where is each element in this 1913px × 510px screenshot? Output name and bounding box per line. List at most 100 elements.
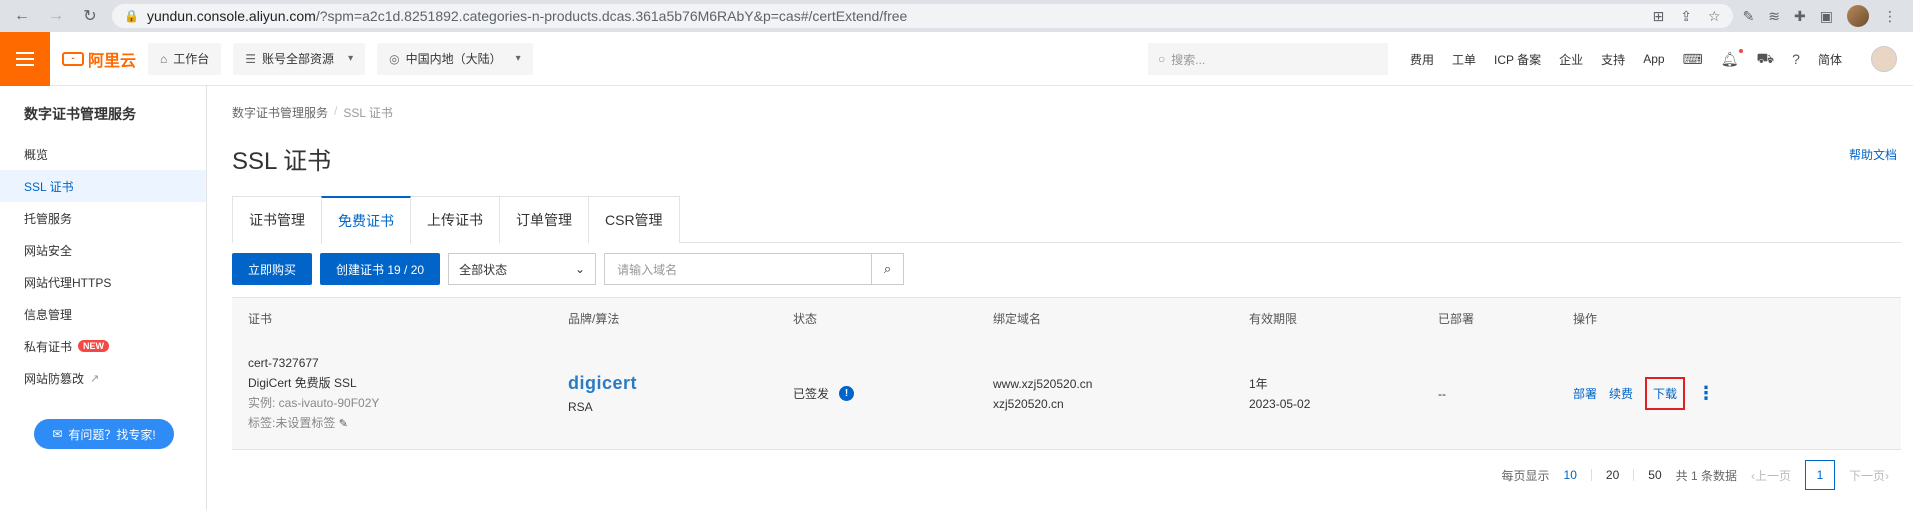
info-icon[interactable]: ! xyxy=(839,386,855,401)
notification-bell-icon[interactable]: 🔔︎ xyxy=(1721,48,1743,68)
pen-extension-icon[interactable]: ✎ xyxy=(1743,8,1755,25)
sidebar-item-label: 私有证书 xyxy=(24,339,73,354)
sidebar-item-label: 信息管理 xyxy=(24,307,73,322)
language-switch[interactable]: 简体 xyxy=(1818,51,1842,68)
total-count: 共 1 条数据 xyxy=(1675,468,1737,483)
logo-text: 阿里云 xyxy=(88,52,137,70)
browser-profile-avatar[interactable] xyxy=(1847,5,1869,27)
prev-page-button[interactable]: ‹上一页 xyxy=(1751,467,1791,484)
account-resources-dropdown[interactable]: ☰ 账号全部资源 ▾ xyxy=(233,42,366,75)
menu-icon[interactable] xyxy=(0,31,50,86)
bookmark-star-icon[interactable]: ☆ xyxy=(1708,8,1721,25)
search-button[interactable]: ⌕ xyxy=(872,253,905,285)
status-filter-select[interactable]: 全部状态 ⌄ xyxy=(448,253,597,285)
sidebar-item-proxy-https[interactable]: 网站代理HTTPS xyxy=(0,266,206,298)
tab-csr-management[interactable]: CSR管理 xyxy=(588,196,680,243)
aliyun-logo[interactable]: - 阿里云 xyxy=(62,47,136,71)
deployed-cell: -- xyxy=(1438,386,1446,401)
tab-upload-cert[interactable]: 上传证书 xyxy=(410,196,500,243)
more-actions-icon[interactable]: ⋮ xyxy=(1697,383,1715,404)
cart-icon[interactable]: ⛟ xyxy=(1757,50,1775,69)
tab-cert-management[interactable]: 证书管理 xyxy=(232,196,322,243)
domain-primary: www.xzj520520.cn xyxy=(993,376,1093,391)
help-doc-link[interactable]: 帮助文档 xyxy=(1849,146,1897,163)
cert-tags-label: 标签:未设置标签 xyxy=(248,416,336,430)
buy-now-button[interactable]: 立即购买 xyxy=(232,253,313,285)
page-size-50[interactable]: 50 xyxy=(1648,468,1661,482)
sidebar-item-private-cert[interactable]: 私有证书 NEW xyxy=(0,330,206,362)
prev-page-label: 上一页 xyxy=(1754,468,1791,483)
url-path: /?spm=a2c1d.8251892.categories-n-product… xyxy=(315,8,908,24)
topnav-links: 费用 工单 ICP 备案 企业 支持 App ⌨ 🔔︎ ⛟ ? 简体 xyxy=(1410,32,1842,86)
chevron-down-icon: ▾ xyxy=(515,53,521,64)
sidebar-title: 数字证书管理服务 xyxy=(24,106,136,122)
translate-icon[interactable]: ⊞ xyxy=(1653,8,1665,25)
edit-icon[interactable]: ✎ xyxy=(339,418,348,430)
page-size-10[interactable]: 10 xyxy=(1564,468,1577,482)
renew-link[interactable]: 续费 xyxy=(1609,385,1633,402)
link-icp[interactable]: ICP 备案 xyxy=(1494,51,1541,68)
col-header-status: 状态 xyxy=(793,311,818,326)
cert-id: cert-7327677 xyxy=(248,356,319,370)
cert-cell: cert-7327677 DigiCert 免费版 SSL 实例: cas-iv… xyxy=(232,353,552,434)
browser-menu-icon[interactable]: ⋮ xyxy=(1883,8,1897,25)
workbench-button[interactable]: ⌂ 工作台 xyxy=(148,42,222,75)
algorithm: RSA xyxy=(568,400,593,414)
lock-icon: 🔒 xyxy=(124,9,139,23)
status-cell: 已签发 ! xyxy=(777,385,977,402)
global-search-input[interactable]: ○ 搜索... xyxy=(1148,43,1388,75)
cert-instance: 实例: cas-ivauto-90F02Y xyxy=(248,396,380,410)
console-topnav: - 阿里云 ⌂ 工作台 ☰ 账号全部资源 ▾ ◎ 中国内地（大陆） ▾ ○ 搜索… xyxy=(0,31,1913,86)
terminal-icon[interactable]: ⌨ xyxy=(1683,51,1703,68)
workbench-label: 工作台 xyxy=(173,52,210,66)
share-icon[interactable]: ⇪ xyxy=(1680,8,1692,25)
user-avatar[interactable] xyxy=(1871,46,1897,72)
download-link[interactable]: 下载 xyxy=(1645,377,1686,410)
deploy-link[interactable]: 部署 xyxy=(1573,385,1597,402)
link-tickets[interactable]: 工单 xyxy=(1452,51,1476,68)
current-page[interactable]: 1 xyxy=(1804,460,1835,490)
page-size-20[interactable]: 20 xyxy=(1606,468,1619,482)
col-header-domain: 绑定域名 xyxy=(993,311,1042,326)
tab-order-management[interactable]: 订单管理 xyxy=(499,196,589,243)
domain-secondary: xzj520520.cn xyxy=(993,396,1064,411)
sidebar-item-anti-tamper[interactable]: 网站防篡改 ↗ xyxy=(0,362,206,394)
chart-extension-icon[interactable]: ≋ xyxy=(1768,8,1780,25)
create-cert-button[interactable]: 创建证书 19 / 20 xyxy=(320,253,441,285)
link-app[interactable]: App xyxy=(1643,52,1664,66)
sidebar-toggle-icon[interactable]: ▣ xyxy=(1820,8,1833,25)
col-header-cert: 证书 xyxy=(248,311,273,326)
back-icon[interactable]: ← xyxy=(10,4,34,28)
sidebar-item-website-security[interactable]: 网站安全 xyxy=(0,234,206,266)
address-bar[interactable]: 🔒 yundun.console.aliyun.com/?spm=a2c1d.8… xyxy=(112,4,1733,28)
next-page-button[interactable]: 下一页› xyxy=(1849,467,1889,484)
link-fees[interactable]: 费用 xyxy=(1410,51,1434,68)
expiry-date: 2023-05-02 xyxy=(1249,396,1311,411)
col-header-actions: 操作 xyxy=(1573,311,1598,326)
next-page-label: 下一页 xyxy=(1848,468,1885,483)
divider xyxy=(1633,469,1635,481)
toolbar: 立即购买 创建证书 19 / 20 全部状态 ⌄ 请输入域名 ⌕ xyxy=(232,253,1901,285)
link-support[interactable]: 支持 xyxy=(1601,51,1625,68)
search-placeholder: 搜索... xyxy=(1171,52,1206,67)
sidebar-item-ssl-cert[interactable]: SSL 证书 xyxy=(0,170,206,202)
home-icon: ⌂ xyxy=(160,51,168,66)
sidebar-item-label: 网站代理HTTPS xyxy=(24,275,112,290)
chevron-right-icon: › xyxy=(1885,468,1889,483)
sidebar-item-overview[interactable]: 概览 xyxy=(0,138,206,170)
breadcrumb-item[interactable]: 数字证书管理服务 xyxy=(232,104,328,121)
forward-icon[interactable]: → xyxy=(44,4,68,28)
sidebar-item-info-management[interactable]: 信息管理 xyxy=(0,298,206,330)
tab-free-cert[interactable]: 免费证书 xyxy=(321,196,411,244)
help-icon[interactable]: ? xyxy=(1792,51,1800,67)
region-dropdown[interactable]: ◎ 中国内地（大陆） ▾ xyxy=(377,42,533,75)
sidebar-item-managed-service[interactable]: 托管服务 xyxy=(0,202,206,234)
reload-icon[interactable]: ↻ xyxy=(78,4,102,28)
search-icon: ○ xyxy=(1158,52,1166,66)
link-enterprise[interactable]: 企业 xyxy=(1559,51,1583,68)
aliyun-logo-mark: - xyxy=(62,51,84,66)
ask-expert-button[interactable]: ✉ 有问题？找专家! xyxy=(34,419,174,449)
puzzle-extension-icon[interactable]: ✚ xyxy=(1794,8,1806,25)
search-icon: ⌕ xyxy=(883,261,892,276)
domain-search-input[interactable]: 请输入域名 xyxy=(604,253,873,285)
